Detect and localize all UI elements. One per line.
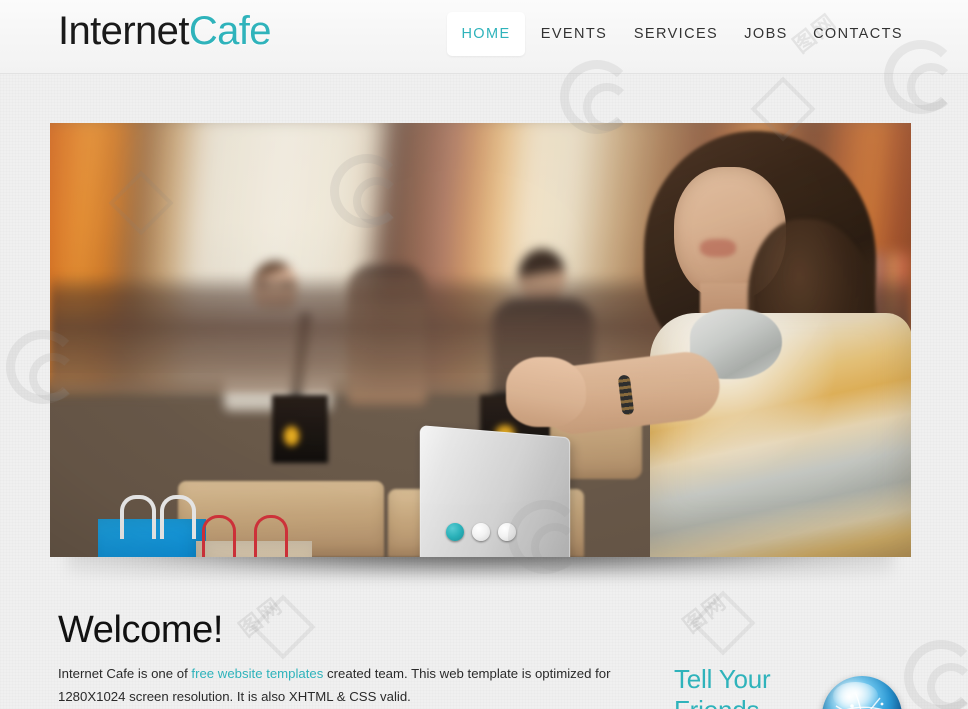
logo-text-accent: Cafe <box>188 9 272 53</box>
nav-label-home[interactable]: HOME <box>461 16 510 52</box>
hero-slider[interactable] <box>50 123 911 577</box>
nav-label-jobs[interactable]: JOBS <box>744 16 787 52</box>
tell-friends-line-2: Friends <box>674 695 771 709</box>
watermark-text-2: 图网 <box>678 588 732 638</box>
nav-item-events[interactable]: EVENTS <box>525 12 623 56</box>
slider-pagination <box>446 523 516 541</box>
foreground-woman <box>506 123 911 557</box>
nav-item-services[interactable]: SERVICES <box>623 12 729 56</box>
shopping-bag-blue <box>98 495 206 557</box>
page-title: Welcome! <box>58 609 224 651</box>
slider-dot-2[interactable] <box>472 523 490 541</box>
woman-hand <box>506 357 586 427</box>
menu-board-left <box>272 395 328 463</box>
site-logo[interactable]: InternetCafe <box>58 7 272 55</box>
nav-label-services[interactable]: SERVICES <box>634 16 718 52</box>
tell-friends-line-1: Tell Your <box>674 664 771 694</box>
main-navigation: HOME EVENTS SERVICES JOBS CONTACTS <box>447 0 913 60</box>
tell-friends-section: Tell Your Friends <box>674 664 771 709</box>
welcome-paragraph: Internet Cafe is one of free website tem… <box>58 662 618 708</box>
free-templates-link[interactable]: free website templates <box>191 666 323 681</box>
header-inner: InternetCafe HOME EVENTS SERVICES JOBS C… <box>0 0 968 74</box>
shopping-bag-tan <box>196 515 312 557</box>
welcome-text-before: Internet Cafe is one of <box>58 666 192 681</box>
site-header: InternetCafe HOME EVENTS SERVICES JOBS C… <box>0 0 968 74</box>
slider-dot-1[interactable] <box>446 523 464 541</box>
nav-label-contacts[interactable]: CONTACTS <box>813 16 903 52</box>
welcome-section: Welcome! Internet Cafe is one of free we… <box>58 608 658 708</box>
nav-item-jobs[interactable]: JOBS <box>729 12 803 56</box>
nav-item-home[interactable]: HOME <box>447 12 525 56</box>
watermark-diamond-3 <box>690 590 756 656</box>
nav-item-contacts[interactable]: CONTACTS <box>803 12 913 56</box>
hero-scene <box>50 123 911 557</box>
watermark-spiral-bottom-right <box>904 640 968 709</box>
slider-dot-3[interactable] <box>498 523 516 541</box>
globe-network-lines <box>835 693 884 709</box>
logo-text-primary: Internet <box>58 9 189 53</box>
nav-label-events[interactable]: EVENTS <box>541 16 607 52</box>
globe-icon[interactable] <box>822 676 902 709</box>
hero-image <box>50 123 911 557</box>
